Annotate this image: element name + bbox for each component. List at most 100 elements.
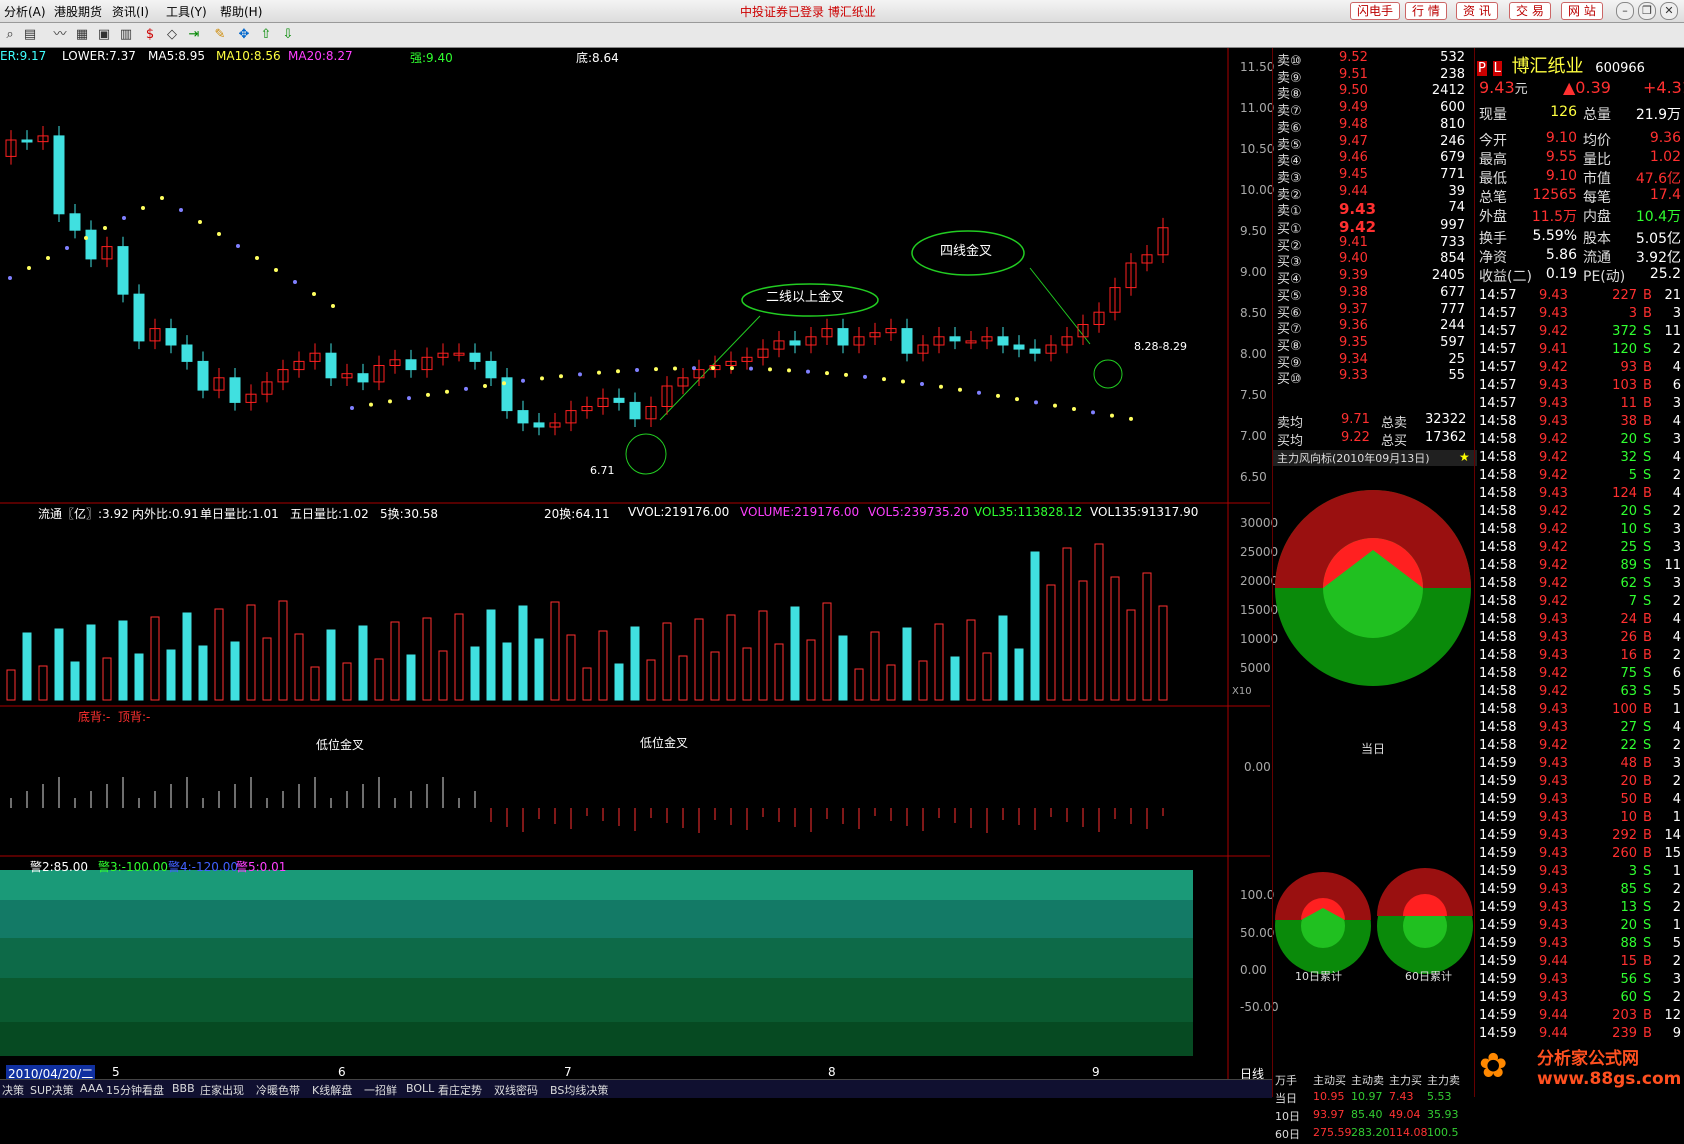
tick-row: 14:57 9.43 103 B 6 [1479, 378, 1681, 393]
calc-icon[interactable]: ◇ [164, 27, 180, 43]
tab-indicator[interactable]: BOLL [406, 1082, 434, 1095]
sell-level-row[interactable]: 卖⑦ 9.49 600 [1273, 100, 1473, 119]
chart-area[interactable]: ER:9.17 LOWER:7.37 MA5:8.95 MA10:8.56 MA… [0, 48, 1279, 1082]
volume-bar [774, 643, 784, 701]
tab-indicator[interactable]: BS均线决策 [550, 1082, 608, 1098]
search-icon[interactable]: ⌕ [2, 27, 18, 43]
flash-trade-button[interactable]: 闪电手 [1350, 2, 1401, 20]
tick-row: 14:57 9.43 11 B 3 [1479, 396, 1681, 411]
tab-indicator[interactable]: 决策 [2, 1082, 24, 1098]
volume-bar [198, 645, 208, 701]
tab-indicator[interactable]: 庄家出现 [200, 1082, 244, 1098]
sar-dot [84, 236, 88, 240]
vol-ratio1: 单日量比:1.01 [200, 507, 279, 521]
buy-avg-row: 买均 9.22 总买 17362 [1277, 430, 1467, 449]
down-arrow-icon[interactable]: ⇩ [280, 27, 296, 43]
candle-body [357, 373, 369, 383]
sell-level-row[interactable]: 卖⑤ 9.47 246 [1273, 134, 1473, 153]
volume-bar [182, 612, 192, 701]
tab-indicator[interactable]: 一招鲜 [364, 1082, 397, 1098]
kdj-y-tick: 0.00 [1240, 963, 1267, 977]
menu-hk-futures[interactable]: 港股期货 [54, 3, 102, 20]
y-tick: 10.50 [1240, 142, 1275, 156]
move-icon[interactable]: ✥ [236, 27, 252, 43]
tab-indicator[interactable]: 15分钟看盘 [106, 1082, 164, 1098]
indicator-tabs: 决策 SUP决策 AAA 15分钟看盘 BBB 庄家出现 冷暖色带 K线解盘 一… [0, 1079, 1272, 1098]
sell-level-row[interactable]: 卖⑧ 9.50 2412 [1273, 83, 1473, 102]
chart-icon[interactable]: 〰 [52, 27, 68, 43]
restore-icon[interactable]: ❐ [1638, 2, 1656, 20]
annotation-low: 6.71 [590, 464, 615, 477]
buy-level-row[interactable]: 买① 9.42 997 [1273, 218, 1473, 237]
sell-level-row[interactable]: 卖⑨ 9.51 238 [1273, 67, 1473, 86]
candle-body [165, 328, 177, 346]
sell-level-row[interactable]: 卖⑩ 9.52 532 [1273, 50, 1473, 69]
sar-dot [141, 206, 145, 210]
buy-level-row[interactable]: 买⑧ 9.35 597 [1273, 335, 1473, 354]
quote-field-row: 外盘 11.5万 内盘 10.4万 [1479, 209, 1681, 225]
sell-level-row[interactable]: 卖① 9.43 74 [1273, 200, 1473, 219]
candle-body [485, 360, 497, 379]
sar-dot [1015, 397, 1019, 402]
tab-indicator[interactable]: 冷暖色带 [256, 1082, 300, 1098]
tab-indicator[interactable]: SUP决策 [30, 1082, 74, 1098]
sar-dot [1072, 407, 1076, 412]
buy-level-row[interactable]: 买⑩ 9.33 55 [1273, 368, 1473, 387]
kline-chart[interactable] [0, 48, 1270, 1079]
tab-indicator[interactable]: K线解盘 [312, 1082, 352, 1098]
sar-dot [616, 369, 620, 374]
y-tick: 11.50 [1240, 60, 1275, 74]
buy-level-row[interactable]: 买⑦ 9.36 244 [1273, 318, 1473, 337]
document-icon[interactable]: ▤ [22, 27, 38, 43]
sell-level-row[interactable]: 卖④ 9.46 679 [1273, 150, 1473, 169]
candle-body [629, 401, 641, 420]
quotes-button[interactable]: 行 情 [1405, 2, 1447, 20]
vol-inout: 内外比:0.91 [132, 507, 199, 521]
website-button[interactable]: 网 站 [1561, 2, 1603, 20]
tick-row: 14:59 9.43 85 S 2 [1479, 882, 1681, 897]
close-icon[interactable]: ✕ [1660, 2, 1678, 20]
export-icon[interactable]: ⇥ [186, 27, 202, 43]
menu-info[interactable]: 资讯(I) [112, 3, 149, 20]
ind-ma10: MA10:8.56 [216, 49, 281, 63]
tab-indicator[interactable]: AAA [80, 1082, 103, 1095]
sell-level-row[interactable]: 卖③ 9.45 771 [1273, 167, 1473, 186]
menu-tools[interactable]: 工具(Y) [166, 3, 207, 20]
tab-indicator[interactable]: 看庄定势 [438, 1082, 482, 1098]
buy-level-row[interactable]: 买④ 9.39 2405 [1273, 268, 1473, 287]
trade-button[interactable]: 交 易 [1509, 2, 1551, 20]
sell-level-row[interactable]: 卖② 9.44 39 [1273, 184, 1473, 203]
star-icon[interactable]: ★ [1459, 450, 1470, 464]
tick-row: 14:58 9.42 20 S 2 [1479, 504, 1681, 519]
chart-icon[interactable]: ▦ [74, 27, 90, 43]
sar-dot [977, 390, 981, 395]
buy-level-row[interactable]: 买⑥ 9.37 777 [1273, 302, 1473, 321]
minimize-icon[interactable]: – [1616, 2, 1634, 20]
tab-indicator[interactable]: 双线密码 [494, 1082, 538, 1098]
pencil-icon[interactable]: ✎ [212, 27, 228, 43]
buy-level-row[interactable]: 买⑤ 9.38 677 [1273, 285, 1473, 304]
candle-body [533, 422, 545, 428]
up-arrow-icon[interactable]: ⇧ [258, 27, 274, 43]
volume-bar [966, 619, 976, 701]
news-button[interactable]: 资 讯 [1456, 2, 1498, 20]
sell-level-row[interactable]: 卖⑥ 9.48 810 [1273, 117, 1473, 136]
macd-low-cross-1: 低位金叉 [316, 738, 365, 752]
buy-level-row[interactable]: 买③ 9.40 854 [1273, 251, 1473, 270]
buy-level-row[interactable]: 买⑨ 9.34 25 [1273, 352, 1473, 371]
menu-help[interactable]: 帮助(H) [220, 3, 262, 20]
dollar-icon[interactable]: $ [142, 27, 158, 43]
volume-bar [502, 642, 512, 701]
tick-row: 14:58 9.43 27 S 4 [1479, 720, 1681, 735]
menu-analysis[interactable]: 分析(A) [4, 3, 46, 20]
y-tick: 8.50 [1240, 306, 1267, 320]
tab-indicator[interactable]: BBB [172, 1082, 195, 1095]
volume-bar [6, 669, 16, 701]
grid-icon[interactable]: ▥ [118, 27, 134, 43]
sar-dot [996, 393, 1000, 398]
vol-vol135: VOL135:91317.90 [1090, 505, 1199, 519]
volume-bars [6, 543, 1168, 701]
buy-level-row[interactable]: 买② 9.41 733 [1273, 235, 1473, 254]
tick-row: 14:57 9.42 93 B 4 [1479, 360, 1681, 375]
grid-icon[interactable]: ▣ [96, 27, 112, 43]
